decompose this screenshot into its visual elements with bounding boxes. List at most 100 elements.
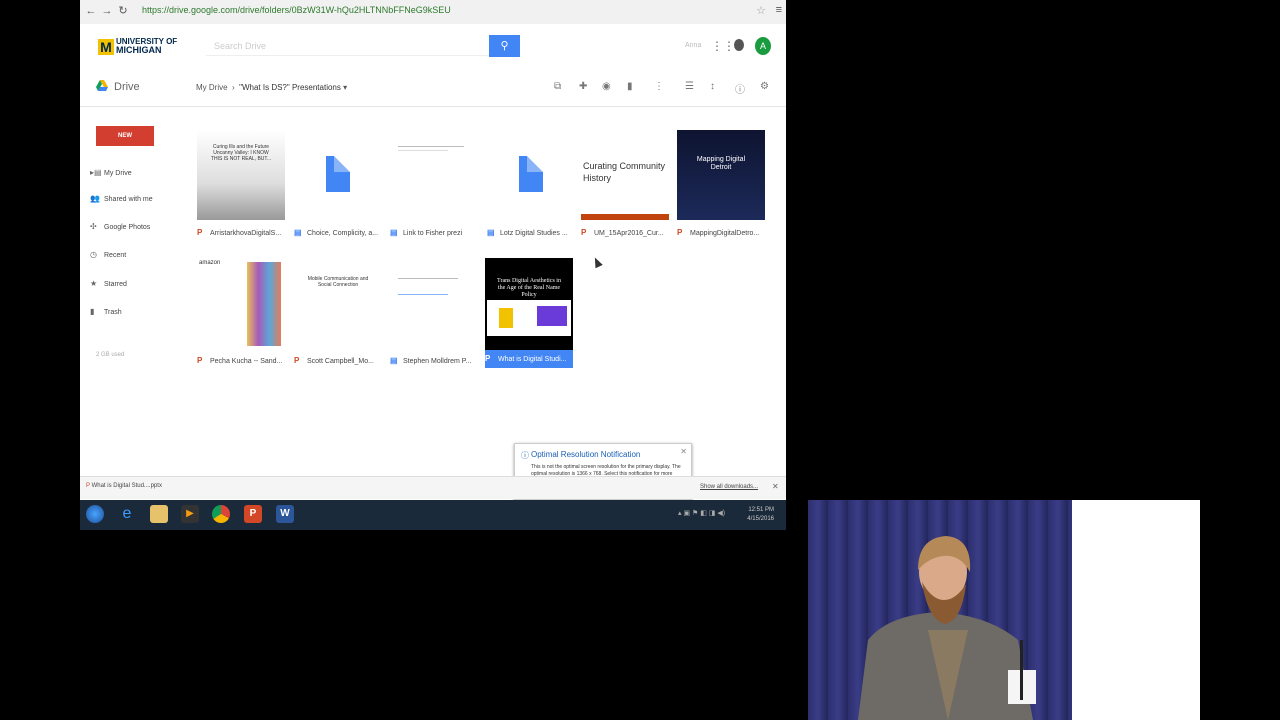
list-view-icon[interactable]: ☰ [685, 81, 694, 92]
thumbnail-title: Curating Community History [583, 161, 666, 183]
reload-icon[interactable]: ↻ [116, 4, 130, 18]
desktop-screen: ← → ↻ https://drive.google.com/drive/fol… [80, 0, 786, 530]
sort-icon[interactable]: ↕ [710, 81, 715, 92]
notification-title: Optimal Resolution Notification [531, 450, 641, 459]
drive-title[interactable]: Drive [114, 81, 140, 93]
file-tile[interactable]: ▤ Stephen Molldrem P... [390, 258, 478, 368]
delete-icon[interactable]: ▮ [627, 81, 633, 92]
sidebar-item-label: Starred [104, 281, 127, 288]
file-name: ▤ Link to Fisher prezi [390, 228, 478, 240]
system-tray-icons[interactable]: ▴ ▣ ⚑ ◧ ◨ ◀) [678, 509, 738, 517]
thumbnail-title: Curing Ills and the Future Uncanny Valle… [210, 144, 272, 162]
apps-grid-icon[interactable]: ⋮⋮ [711, 39, 735, 53]
breadcrumb-root[interactable]: My Drive [196, 83, 228, 92]
chrome-icon[interactable] [212, 505, 230, 523]
address-bar[interactable]: https://drive.google.com/drive/folders/0… [142, 5, 451, 15]
file-tile[interactable]: Curing Ills and the Future Uncanny Valle… [197, 130, 285, 240]
logo-line2: MICHIGAN [116, 45, 162, 56]
powerpoint-icon: P [677, 228, 683, 237]
file-tile[interactable]: ▤ Lotz Digital Studies ... [487, 130, 575, 240]
document-icon [519, 156, 543, 192]
word-icon[interactable]: W [276, 505, 294, 523]
breadcrumb-separator: › [232, 83, 235, 92]
forward-icon[interactable]: → [100, 4, 114, 18]
new-button[interactable]: NEW [96, 126, 154, 146]
browser-menu-icon[interactable]: ≡ [776, 4, 782, 16]
pinwheel-icon: ✣ [90, 222, 97, 231]
star-icon: ★ [90, 279, 98, 288]
settings-gear-icon[interactable]: ⚙ [760, 81, 769, 92]
speaker-figure [858, 536, 1036, 720]
doc-icon: ▤ [294, 228, 302, 237]
file-name-text: Choice, Complicity, a... [307, 230, 379, 237]
file-name-text: ArristarkhovaDigitalS... [210, 230, 282, 237]
block-m-icon: M [98, 38, 114, 55]
show-all-downloads-link[interactable]: Show all downloads... [700, 484, 758, 490]
more-actions-icon[interactable]: ⋮ [654, 81, 664, 92]
powerpoint-taskbar-icon[interactable]: P [244, 505, 262, 523]
file-thumbnail: amazon [197, 258, 285, 348]
file-thumbnail: Curing Ills and the Future Uncanny Valle… [197, 130, 285, 220]
start-button-icon[interactable] [86, 505, 104, 523]
download-item-name: What is Digital Stud....pptx [91, 483, 162, 489]
header-aside-text: Anna [685, 42, 702, 49]
sidebar-item-my-drive[interactable]: ▸▤ My Drive [90, 168, 132, 182]
file-name: ▤ Choice, Complicity, a... [294, 228, 382, 240]
file-tile-selected[interactable]: Trans Digital Aesthetics in the Age of t… [485, 258, 573, 368]
clock-time: 12:51 PM [748, 507, 774, 513]
file-name-text: MappingDigitalDetro... [690, 230, 760, 237]
sidebar-item-trash[interactable]: ▮ Trash [90, 307, 122, 321]
avatar[interactable]: A [755, 37, 771, 55]
breadcrumb-current[interactable]: "What Is DS?" Presentations [239, 83, 341, 92]
doc-icon: ▤ [390, 356, 398, 365]
file-tile[interactable]: Mapping Digital Detroit P MappingDigitalD… [677, 130, 765, 240]
sidebar-item-starred[interactable]: ★ Starred [90, 279, 127, 293]
file-tile[interactable]: Curating Community History P UM_15Apr2016… [581, 130, 669, 240]
chevron-down-icon[interactable]: ▾ [343, 83, 347, 92]
file-thumbnail: Curating Community History [581, 130, 669, 220]
info-icon[interactable]: ⓘ [735, 81, 745, 96]
sidebar-item-label: Recent [104, 252, 127, 259]
powerpoint-icon: P [294, 356, 300, 365]
trash-icon: ▮ [90, 307, 95, 316]
bookmark-star-icon[interactable]: ☆ [756, 4, 766, 17]
folder-icon: ▸▤ [90, 168, 102, 177]
file-explorer-icon[interactable] [150, 505, 168, 523]
file-tile[interactable]: Mobile Communication and Social Connecti… [294, 258, 382, 368]
download-item[interactable]: P What is Digital Stud....pptx [86, 483, 162, 489]
file-name: ▤ Stephen Molldrem P... [390, 356, 478, 368]
sidebar-item-recent[interactable]: ◷ Recent [90, 250, 126, 264]
internet-explorer-icon[interactable]: e [118, 505, 136, 523]
people-icon: 👥 [90, 194, 100, 203]
media-player-icon[interactable]: ▶ [181, 505, 199, 523]
storage-usage: 2 GB used [96, 352, 125, 358]
search-input[interactable]: Search Drive [206, 36, 490, 56]
doc-icon: ▤ [390, 228, 398, 237]
link-icon[interactable]: ⧉ [554, 81, 561, 92]
app-header: M UNIVERSITY OF MICHIGAN Search Drive ⚲ An… [80, 24, 786, 72]
file-name: ▤ Lotz Digital Studies ... [487, 228, 575, 240]
preview-eye-icon[interactable]: ◉ [602, 81, 611, 92]
doc-icon: ▤ [487, 228, 495, 237]
powerpoint-icon: P [581, 228, 587, 237]
file-tile[interactable]: ▤ Choice, Complicity, a... [294, 130, 382, 240]
sidebar-item-photos[interactable]: ✣ Google Photos [90, 222, 150, 236]
notifications-icon[interactable] [734, 39, 744, 51]
browser-toolbar: ← → ↻ https://drive.google.com/drive/fol… [80, 0, 786, 25]
downloads-bar: P What is Digital Stud....pptx Show all … [80, 476, 786, 499]
back-icon[interactable]: ← [84, 4, 98, 18]
taskbar-clock[interactable]: 12:51 PM 4/15/2016 [738, 506, 774, 524]
powerpoint-icon: P [86, 483, 90, 489]
sidebar-item-shared[interactable]: 👥 Shared with me [90, 194, 153, 208]
file-tile[interactable]: ▤ Link to Fisher prezi [390, 130, 478, 240]
close-icon[interactable]: ✕ [680, 447, 687, 456]
document-icon [326, 156, 350, 192]
thumbnail-title: Mapping Digital Detroit [696, 156, 746, 171]
university-logo[interactable]: M UNIVERSITY OF MICHIGAN [98, 38, 177, 56]
search-button[interactable]: ⚲ [489, 35, 520, 57]
thumbnail-title: amazon [199, 260, 221, 266]
search-icon: ⚲ [500, 40, 509, 52]
file-tile[interactable]: amazon P Pecha Kucha -- Sand... [197, 258, 285, 368]
add-person-icon[interactable]: ✚ [579, 81, 587, 92]
close-icon[interactable]: ✕ [772, 482, 779, 491]
